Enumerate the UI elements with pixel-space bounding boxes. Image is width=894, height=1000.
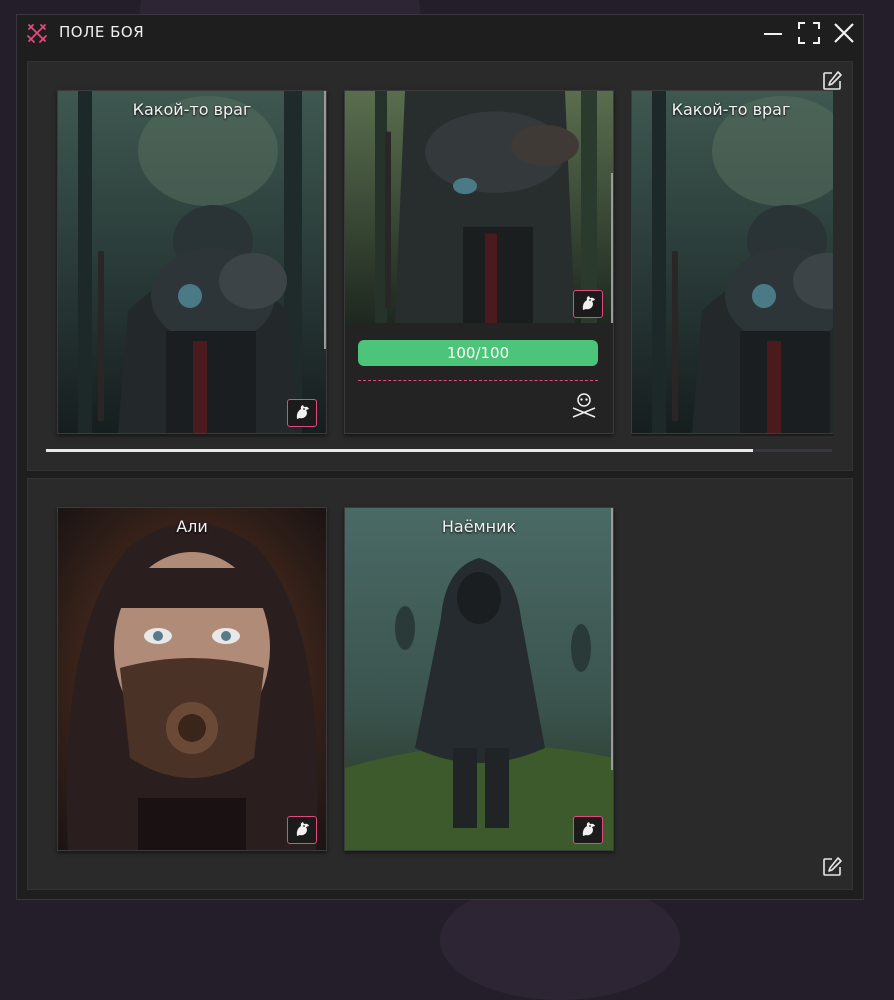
enemy-card-selected[interactable]: 100/100 — [344, 90, 614, 434]
minimize-icon[interactable] — [761, 21, 785, 45]
enemy-card[interactable]: Какой-то враг — [57, 90, 327, 434]
character-portrait — [58, 508, 326, 850]
horizontal-scroll-thumb[interactable] — [46, 449, 754, 452]
character-portrait — [345, 508, 613, 850]
card-scrollbar[interactable] — [324, 91, 326, 349]
dragon-icon[interactable] — [573, 816, 603, 844]
carousel-viewport-edge: Какой-то враг — [631, 90, 833, 436]
health-bar: 100/100 — [358, 340, 598, 366]
enemy-zone: Какой-то враг 100/100 Какой-то враг — [27, 61, 853, 471]
party-zone: Али Наёмник — [27, 478, 853, 890]
card-name: Али — [176, 517, 208, 536]
skull-crossbones-icon[interactable] — [570, 391, 598, 419]
edit-icon[interactable] — [821, 70, 843, 92]
window-title: ПОЛЕ БОЯ — [59, 23, 145, 41]
card-name: Какой-то враг — [132, 100, 252, 119]
character-portrait — [345, 91, 613, 323]
enemy-card[interactable]: Какой-то враг — [631, 90, 833, 434]
card-name: Какой-то враг — [671, 100, 791, 119]
party-card[interactable]: Али — [57, 507, 327, 851]
title-bar[interactable]: ПОЛЕ БОЯ — [17, 15, 863, 51]
character-portrait — [58, 91, 326, 433]
battlefield-window: ПОЛЕ БОЯ Какой-то враг 100/100 Какой-то … — [16, 14, 864, 900]
card-scrollbar[interactable] — [611, 508, 613, 770]
crossed-swords-icon — [27, 24, 47, 43]
divider — [358, 380, 598, 381]
card-scrollbar[interactable] — [611, 173, 613, 323]
party-card[interactable]: Наёмник — [344, 507, 614, 851]
dragon-icon[interactable] — [573, 290, 603, 318]
horizontal-scroll-track[interactable] — [46, 449, 832, 452]
card-name: Наёмник — [441, 517, 517, 536]
character-portrait — [632, 91, 833, 433]
edit-icon[interactable] — [821, 856, 843, 878]
dragon-icon[interactable] — [287, 816, 317, 844]
close-icon[interactable] — [832, 21, 856, 45]
dragon-icon[interactable] — [287, 399, 317, 427]
maximize-icon[interactable] — [797, 21, 821, 45]
